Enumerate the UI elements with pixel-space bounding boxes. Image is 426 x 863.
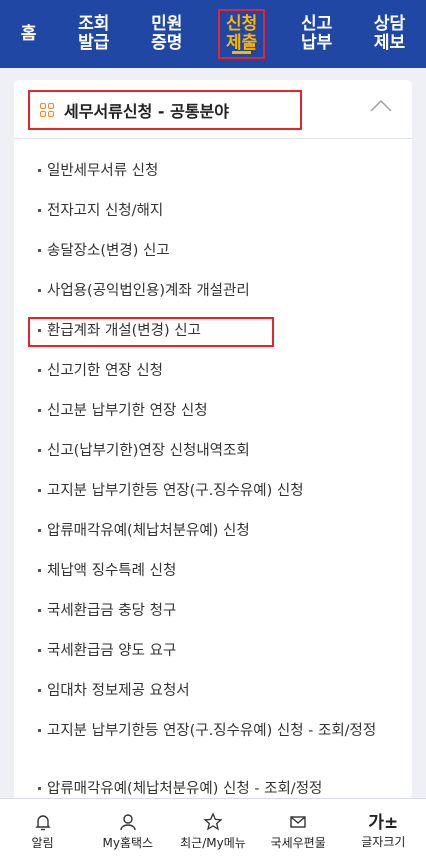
bottom-font-size[interactable]: 가± 글자크기 [343, 813, 423, 850]
list-item[interactable]: 압류매각유예(체납처분유예) 신청 - 조회/정정 [38, 778, 378, 800]
mail-icon [290, 815, 306, 828]
panel-header[interactable]: 세무서류신청 - 공통분야 [14, 80, 412, 139]
list-item[interactable]: 전자고지 신청/해지 [38, 200, 378, 222]
bottom-recent-menu[interactable]: 최근/My메뉴 [173, 811, 253, 851]
list-item[interactable]: 일반세무서류 신청 [38, 160, 378, 182]
panel-title: 세무서류신청 - 공통분야 [64, 102, 229, 121]
tab-application[interactable]: 신청 제출 [218, 9, 266, 59]
list-item[interactable]: 고지분 납부기한등 연장(구.징수유예) 신청 - 조회/정정 [38, 720, 378, 742]
grid-icon [40, 103, 54, 117]
highlight-box [28, 317, 274, 347]
list-item[interactable]: 임대차 정보제공 요청서 [38, 680, 378, 702]
list-item[interactable]: 신고분 납부기한 연장 신청 [38, 400, 378, 422]
list-item[interactable]: 신고(납부기한)연장 신청내역조회 [38, 440, 378, 462]
tab-certificate[interactable]: 민원 증명 [145, 11, 188, 57]
panel-title-highlight: 세무서류신청 - 공통분야 [28, 90, 302, 130]
star-icon [203, 811, 223, 830]
active-tab-underline [232, 51, 252, 54]
tab-consult[interactable]: 상담 제보 [368, 11, 411, 57]
list-item[interactable]: 압류매각유예(체납처분유예) 신청 [38, 520, 378, 542]
list-item[interactable]: 국세환급금 충당 청구 [38, 600, 378, 622]
list-item[interactable]: 고지분 납부기한등 연장(구.징수유예) 신청 [38, 480, 378, 502]
chevron-up-icon[interactable] [370, 100, 392, 112]
bottom-mail[interactable]: 국세우편물 [258, 812, 338, 851]
tab-inquiry[interactable]: 조회 발급 [72, 11, 115, 57]
bottom-bar: 알림 My홈택스 최근/My메뉴 국세우편물 가± 글자크기 [0, 798, 426, 863]
list-item[interactable]: 송달장소(변경) 신고 [38, 240, 378, 262]
bottom-alarm[interactable]: 알림 [3, 812, 83, 851]
list-item[interactable]: 사업용(공익법인용)계좌 개설관리 [38, 280, 378, 302]
bell-icon [34, 814, 51, 830]
menu-panel: 세무서류신청 - 공통분야 일반세무서류 신청 전자고지 신청/해지 송달장소(… [14, 80, 412, 800]
list-item[interactable]: 신고기한 연장 신청 [38, 360, 378, 382]
list-item[interactable]: 국세환급금 양도 요구 [38, 640, 378, 662]
bottom-my-hometax[interactable]: My홈택스 [88, 812, 168, 851]
person-icon [120, 813, 136, 830]
top-nav: 홈 조회 발급 민원 증명 신청 제출 신고 납부 상담 제보 [0, 0, 426, 68]
tab-report-payment[interactable]: 신고 납부 [295, 11, 338, 57]
font-size-icon: 가± [368, 812, 399, 833]
tab-home[interactable]: 홈 [15, 21, 43, 48]
list-item[interactable]: 체납액 징수특례 신청 [38, 560, 378, 582]
